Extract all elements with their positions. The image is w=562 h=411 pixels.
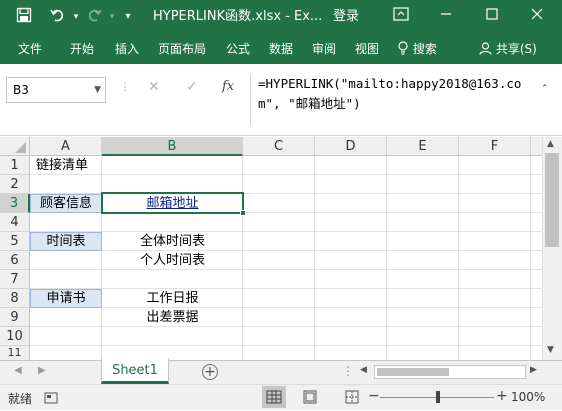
normal-view-button[interactable]	[262, 386, 286, 408]
login-button[interactable]: 登录	[333, 0, 359, 34]
person-icon	[479, 42, 492, 55]
row-header-7[interactable]: 7	[0, 270, 30, 289]
name-box-value: B3	[13, 83, 29, 97]
cell-b8[interactable]: 工作日报	[102, 290, 243, 308]
lightbulb-icon	[398, 41, 408, 55]
row-header-10[interactable]: 10	[0, 327, 30, 346]
next-sheet-icon[interactable]: ▶	[38, 365, 46, 376]
column-header-e[interactable]: E	[387, 137, 459, 156]
scroll-left-icon[interactable]: ◀	[360, 365, 367, 375]
share-label: 共享(S)	[495, 42, 537, 56]
row-header-11[interactable]: 11	[0, 346, 30, 360]
status-mode: 就绪	[8, 392, 33, 406]
cell-b5[interactable]: 全体时间表	[102, 233, 243, 251]
fill-handle[interactable]	[240, 210, 246, 216]
tab-page-layout[interactable]: 页面布局	[158, 34, 206, 64]
gridline	[30, 345, 542, 346]
row-header-1[interactable]: 1	[0, 156, 30, 175]
tab-view[interactable]: 视图	[355, 34, 379, 64]
name-box-dropdown-icon[interactable]: ▼	[94, 78, 101, 102]
customize-qat-icon[interactable]: ▾	[118, 7, 138, 27]
cancel-icon[interactable]: ✕	[148, 79, 160, 95]
share-button[interactable]: 共享(S)	[479, 34, 537, 64]
zoom-in-icon[interactable]: +	[496, 388, 508, 404]
expand-formula-icon[interactable]: ⌃	[541, 84, 549, 94]
redo-icon[interactable]	[84, 7, 104, 27]
minimize-icon[interactable]	[436, 7, 456, 27]
close-icon[interactable]	[527, 7, 547, 27]
tab-home[interactable]: 开始	[70, 34, 94, 64]
search-button[interactable]: 搜索	[397, 34, 437, 64]
scroll-right-icon[interactable]: ▶	[530, 365, 537, 375]
column-header-c[interactable]: C	[243, 137, 315, 156]
gridline	[530, 156, 531, 360]
title-bar: ▾ ▾ ▾ HYPERLINK函数.xlsx - Ex... 登录	[0, 0, 562, 34]
macro-record-icon[interactable]	[44, 391, 58, 408]
cell-selection-border	[101, 192, 244, 214]
search-label: 搜索	[412, 42, 437, 56]
scroll-down-icon[interactable]: ▼	[547, 345, 554, 355]
prev-sheet-icon[interactable]: ◀	[14, 365, 22, 376]
undo-icon[interactable]	[48, 7, 68, 27]
cell-a3[interactable]: 顾客信息	[30, 194, 102, 213]
tab-split-dots-icon[interactable]: ⋮	[342, 364, 354, 378]
name-box[interactable]: B3 ▼	[6, 77, 106, 103]
column-header-d[interactable]: D	[315, 137, 387, 156]
column-header-g[interactable]	[531, 137, 542, 156]
column-header-a[interactable]: A	[30, 137, 102, 156]
vertical-scroll-thumb[interactable]	[545, 153, 559, 247]
tab-insert[interactable]: 插入	[115, 34, 139, 64]
zoom-level[interactable]: 100%	[511, 390, 545, 404]
undo-dropdown-icon[interactable]: ▾	[66, 7, 86, 27]
cell-a1[interactable]: 链接清单	[36, 157, 88, 175]
page-break-view-icon[interactable]	[345, 390, 359, 407]
window-title: HYPERLINK函数.xlsx - Ex...	[153, 9, 323, 24]
formula-divider	[250, 74, 251, 126]
status-bar: 就绪 − + 100%	[0, 384, 562, 410]
zoom-out-icon[interactable]: −	[368, 388, 380, 404]
cell-a5[interactable]: 时间表	[30, 232, 102, 251]
add-sheet-icon[interactable]: +	[202, 364, 218, 380]
gridline	[386, 156, 387, 360]
maximize-icon[interactable]	[482, 7, 502, 27]
tab-review[interactable]: 审阅	[312, 34, 336, 64]
row-header-6[interactable]: 6	[0, 251, 30, 270]
column-header-f[interactable]: F	[459, 137, 531, 156]
sheet-tabs-bar: ◀ ▶ ⋮ ◀ ▶	[0, 360, 562, 384]
row-header-4[interactable]: 4	[0, 213, 30, 232]
enter-icon[interactable]: ✓	[186, 79, 198, 95]
insert-function-icon[interactable]: fx	[222, 79, 234, 94]
zoom-slider-thumb[interactable]	[436, 391, 440, 403]
gridline	[458, 156, 459, 360]
horizontal-scroll-thumb[interactable]	[377, 368, 449, 376]
worksheet-grid[interactable]: A B C D E F 1 2 3 4 5 6 7 8 9 10 11 链接清单…	[0, 137, 542, 360]
row-header-9[interactable]: 9	[0, 308, 30, 327]
gridline	[314, 156, 315, 360]
cell-b6[interactable]: 个人时间表	[102, 252, 243, 270]
row-header-5[interactable]: 5	[0, 232, 30, 251]
sheet-tab-sheet1[interactable]: Sheet1	[101, 358, 169, 384]
ribbon-tabs: 文件 开始 插入 页面布局 公式 数据 审阅 视图 搜索 共享(S)	[0, 34, 562, 64]
horizontal-scrollbar[interactable]	[374, 365, 526, 379]
gridline	[30, 174, 542, 175]
tab-data[interactable]: 数据	[269, 34, 293, 64]
select-all-corner[interactable]	[0, 137, 30, 156]
gridline	[30, 288, 542, 289]
page-layout-view-icon[interactable]	[303, 390, 317, 407]
row-header-8[interactable]: 8	[0, 289, 30, 308]
ribbon-display-icon[interactable]	[391, 7, 411, 27]
row-header-3[interactable]: 3	[0, 194, 30, 213]
formula-input[interactable]: =HYPERLINK("mailto:happy2018@163.com", "…	[258, 74, 536, 126]
gridline	[30, 231, 542, 232]
column-header-b[interactable]: B	[102, 137, 243, 156]
save-icon[interactable]	[14, 7, 34, 27]
scroll-up-icon[interactable]: ▲	[547, 139, 554, 149]
cell-b9[interactable]: 出差票据	[102, 309, 243, 327]
tab-formulas[interactable]: 公式	[226, 34, 250, 64]
row-header-2[interactable]: 2	[0, 175, 30, 194]
cell-a8[interactable]: 申请书	[30, 289, 102, 308]
resize-dots-icon[interactable]: ⋮	[120, 82, 130, 93]
tab-file[interactable]: 文件	[18, 34, 42, 64]
